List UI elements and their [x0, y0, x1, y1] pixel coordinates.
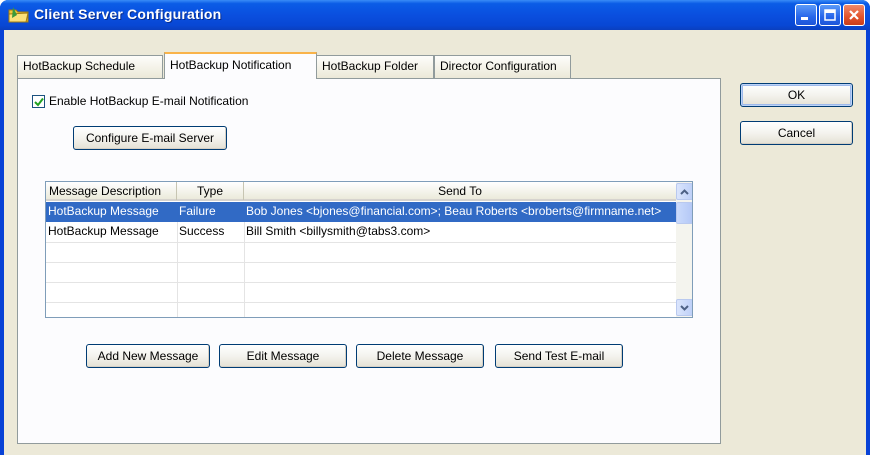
cell-type: Success — [179, 224, 225, 238]
table-row[interactable]: HotBackup Message Failure Bob Jones <bjo… — [46, 202, 676, 222]
message-list[interactable]: Message Description Type Send To HotBack… — [45, 181, 693, 318]
window-title: Client Server Configuration — [34, 6, 222, 22]
table-row[interactable]: HotBackup Message Success Bill Smith <bi… — [46, 222, 676, 242]
chevron-up-icon — [680, 188, 689, 195]
title-bar[interactable]: Client Server Configuration — [0, 0, 870, 30]
add-new-message-button[interactable]: Add New Message — [86, 344, 210, 368]
enable-notification-label[interactable]: Enable HotBackup E-mail Notification — [49, 94, 248, 108]
dialog-body: HotBackup Schedule HotBackup Notificatio… — [4, 30, 866, 455]
grid-line — [46, 302, 676, 303]
cell-send-to: Bill Smith <billysmith@tabs3.com> — [246, 224, 431, 238]
tab-label: Director Configuration — [440, 59, 557, 73]
grid-line — [46, 242, 676, 243]
window: Client Server Configuration HotBackup Sc… — [0, 0, 870, 455]
maximize-icon — [824, 9, 836, 21]
checkmark-icon — [34, 97, 44, 107]
chevron-down-icon — [680, 304, 689, 311]
tab-director-configuration[interactable]: Director Configuration — [434, 55, 571, 78]
scroll-down-button[interactable] — [676, 299, 692, 316]
scroll-up-button[interactable] — [676, 183, 692, 200]
send-test-email-button[interactable]: Send Test E-mail — [495, 344, 623, 368]
tab-label: HotBackup Schedule — [23, 59, 136, 73]
column-header-type[interactable]: Type — [177, 182, 244, 200]
cancel-button[interactable]: Cancel — [740, 121, 853, 145]
close-icon — [849, 10, 859, 20]
minimize-button[interactable] — [795, 4, 817, 26]
column-header-send-to[interactable]: Send To — [244, 182, 676, 200]
cell-type: Failure — [179, 204, 216, 218]
enable-notification-checkbox[interactable] — [32, 95, 45, 108]
cell-description: HotBackup Message — [48, 204, 159, 218]
ok-button[interactable]: OK — [740, 83, 853, 107]
cell-description: HotBackup Message — [48, 224, 159, 238]
edit-message-button[interactable]: Edit Message — [219, 344, 347, 368]
list-header: Message Description Type Send To — [46, 182, 676, 201]
tab-hotbackup-schedule[interactable]: HotBackup Schedule — [17, 55, 163, 78]
delete-message-button[interactable]: Delete Message — [356, 344, 484, 368]
folder-icon — [8, 7, 29, 23]
grid-line — [46, 262, 676, 263]
tab-label: HotBackup Notification — [170, 58, 292, 72]
column-header-description[interactable]: Message Description — [46, 182, 177, 200]
vertical-scrollbar[interactable] — [676, 182, 692, 317]
cell-send-to: Bob Jones <bjones@financial.com>; Beau R… — [246, 204, 662, 218]
configure-email-server-button[interactable]: Configure E-mail Server — [73, 126, 227, 150]
minimize-icon — [801, 17, 808, 20]
scroll-thumb[interactable] — [676, 202, 692, 224]
grid-line — [46, 282, 676, 283]
tab-hotbackup-folder[interactable]: HotBackup Folder — [316, 55, 434, 78]
tab-hotbackup-notification[interactable]: HotBackup Notification — [164, 52, 317, 79]
maximize-button[interactable] — [819, 4, 841, 26]
close-button[interactable] — [843, 4, 865, 26]
tab-label: HotBackup Folder — [322, 59, 419, 73]
